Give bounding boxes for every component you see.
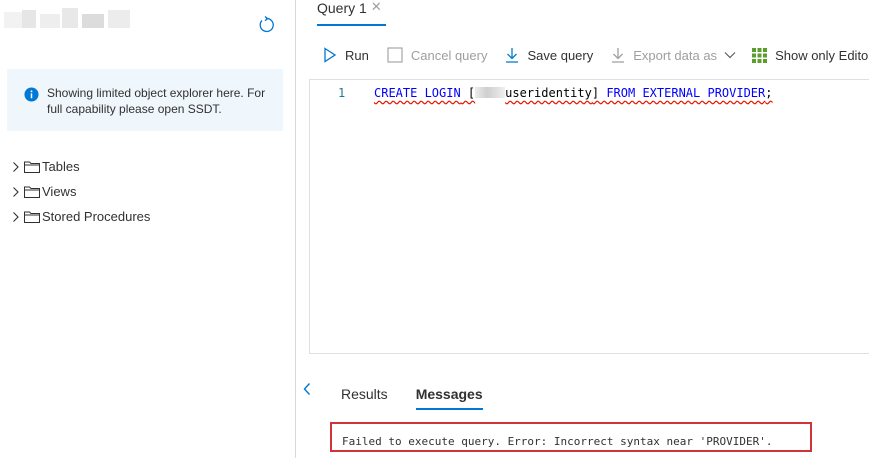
close-icon[interactable]: ✕	[371, 0, 382, 14]
query-toolbar: Run Cancel query Save query Export data …	[323, 44, 869, 66]
info-message: Showing limited object explorer here. Fo…	[47, 86, 266, 116]
redacted-database-name	[4, 8, 130, 30]
stop-icon	[387, 47, 403, 63]
results-tabs: Results Messages	[341, 386, 511, 410]
download-icon	[612, 48, 625, 63]
bracket-close: ]	[591, 86, 600, 100]
chevron-right-icon	[13, 161, 19, 172]
object-tree: Tables Views Stored Procedures	[10, 154, 150, 229]
chevron-down-icon	[724, 52, 736, 59]
tree-item-label: Tables	[42, 159, 80, 174]
tree-item-label: Views	[42, 184, 77, 199]
show-only-editor-button[interactable]: Show only Editor	[752, 47, 869, 63]
tree-item-tables[interactable]: Tables	[10, 154, 150, 179]
run-button[interactable]: Run	[323, 47, 369, 63]
play-icon	[324, 47, 337, 63]
folder-icon	[24, 186, 40, 198]
error-message: Failed to execute query. Error: Incorrec…	[330, 422, 812, 452]
tab-label: Query 1	[317, 0, 367, 16]
line-number: 1	[338, 86, 346, 100]
keyword-create-login: CREATE LOGIN	[374, 86, 461, 100]
error-message-text: Failed to execute query. Error: Incorrec…	[342, 435, 773, 448]
grid-icon	[752, 47, 768, 63]
limited-explorer-info-banner: Showing limited object explorer here. Fo…	[7, 69, 283, 131]
chevron-right-icon	[13, 186, 19, 197]
tree-item-stored-procedures[interactable]: Stored Procedures	[10, 204, 150, 229]
cancel-query-button[interactable]: Cancel query	[387, 47, 487, 63]
tree-item-label: Stored Procedures	[42, 209, 151, 224]
sql-editor[interactable]: 1 CREATE LOGIN [ useridentity] FROM EXTER…	[309, 79, 869, 354]
chevron-left-icon[interactable]	[301, 382, 313, 396]
object-explorer-pane: Showing limited object explorer here. Fo…	[0, 0, 296, 458]
download-icon	[506, 48, 519, 63]
query-editor-pane: Query 1 ✕ Run Cancel query Save query Ex…	[297, 0, 869, 458]
refresh-icon[interactable]	[256, 15, 276, 35]
folder-icon	[24, 161, 40, 173]
identity-name: useridentity	[505, 86, 592, 100]
semicolon: ;	[765, 86, 773, 100]
export-data-button[interactable]: Export data as	[611, 47, 736, 63]
tab-results[interactable]: Results	[341, 386, 388, 410]
tree-item-views[interactable]: Views	[10, 179, 150, 204]
code-line[interactable]: CREATE LOGIN [ useridentity] FROM EXTERNA…	[374, 86, 773, 100]
tab-query-1[interactable]: Query 1 ✕	[317, 0, 386, 26]
chevron-right-icon	[13, 211, 19, 222]
redacted-identifier	[475, 87, 506, 98]
save-query-button[interactable]: Save query	[505, 47, 593, 63]
info-icon	[24, 87, 39, 102]
folder-icon	[24, 211, 40, 223]
keyword-from-external-provider: FROM EXTERNAL PROVIDER	[599, 86, 766, 100]
tab-messages[interactable]: Messages	[415, 386, 483, 410]
bracket-open: [	[460, 86, 476, 100]
